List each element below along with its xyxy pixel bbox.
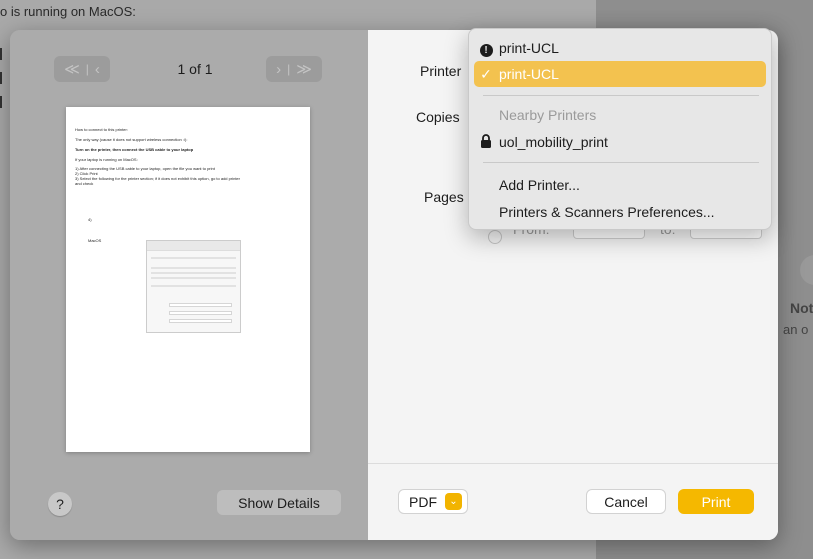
- menu-separator: [483, 162, 759, 163]
- pdf-menu-button[interactable]: PDF ⌄: [398, 489, 468, 514]
- warning-icon: !: [478, 40, 494, 57]
- nearby-printers-header: Nearby Printers: [499, 107, 597, 123]
- first-page-icon[interactable]: ≪: [64, 60, 80, 78]
- chevron-down-icon[interactable]: ⌄: [445, 493, 462, 510]
- menu-item-print-ucl-selected[interactable]: ✓ print-UCL: [474, 61, 766, 87]
- preview-screenshot-field: [169, 303, 232, 307]
- menu-separator: [483, 95, 759, 96]
- menu-item-uol-mobility-print[interactable]: uol_mobility_print: [474, 129, 766, 155]
- printer-dropdown-menu: ! print-UCL ✓ print-UCL Nearby Printers …: [468, 28, 772, 230]
- copies-label: Copies: [416, 109, 460, 125]
- preview-os-label: MacOS: [88, 238, 102, 243]
- menu-item-label: print-UCL: [499, 66, 559, 82]
- background-text: o is running on MacOS:: [0, 4, 136, 19]
- preview-screenshot-line: [151, 257, 236, 259]
- page-preview: How to connect to this printer: The only…: [66, 107, 310, 452]
- preview-screenshot-line: [151, 285, 236, 287]
- background-text-fragment: [0, 48, 2, 60]
- preview-text-line: The only way (cause it does not support …: [75, 137, 188, 142]
- menu-item-print-ucl-warning[interactable]: ! print-UCL: [474, 35, 766, 61]
- preview-screenshot-line: [151, 272, 236, 274]
- preview-text-line: Turn on the printer, then connect the US…: [75, 147, 194, 152]
- menu-item-label: print-UCL: [499, 40, 559, 56]
- menu-item-label: uol_mobility_print: [499, 134, 608, 150]
- background-side-title: Not: [790, 300, 813, 316]
- preview-step-label: 4): [88, 217, 92, 222]
- preview-text-line: How to connect to this printer:: [75, 127, 128, 132]
- page-count: 1 of 1: [177, 61, 213, 77]
- last-page-icon[interactable]: ≫: [296, 60, 312, 78]
- checkmark-icon: ✓: [480, 65, 492, 82]
- help-button[interactable]: ?: [48, 492, 72, 516]
- lock-icon: [478, 133, 494, 151]
- page-range-radio[interactable]: [488, 230, 502, 244]
- preview-screenshot-toolbar: [147, 241, 240, 251]
- preview-screenshot: [146, 240, 241, 333]
- preview-text-line: 3) Select the following for the printer …: [75, 176, 240, 181]
- print-button[interactable]: Print: [678, 489, 754, 514]
- preview-pane: ≪ | ‹ 1 of 1 › | ≫ How to connect to thi…: [10, 30, 368, 540]
- pages-label: Pages: [424, 189, 464, 205]
- menu-item-printers-scanners-preferences[interactable]: Printers & Scanners Preferences...: [474, 199, 766, 225]
- printer-label: Printer: [420, 63, 462, 79]
- show-details-button[interactable]: Show Details: [217, 490, 341, 515]
- menu-item-label: Add Printer...: [499, 177, 580, 193]
- preview-screenshot-line: [151, 277, 236, 279]
- preview-text-line: and check: [75, 181, 94, 186]
- preview-screenshot-line: [151, 267, 236, 269]
- menu-item-add-printer[interactable]: Add Printer...: [474, 172, 766, 198]
- next-page-buttons[interactable]: › | ≫: [266, 56, 322, 82]
- divider: |: [85, 62, 89, 76]
- cancel-button[interactable]: Cancel: [586, 489, 666, 514]
- dialog-footer: PDF ⌄ Cancel Print: [368, 463, 778, 540]
- preview-screenshot-field: [169, 311, 232, 315]
- preview-text-line: If your laptop is running on MacOS:: [75, 157, 138, 162]
- background-side-text: an o: [783, 322, 809, 337]
- next-page-icon[interactable]: ›: [276, 61, 281, 78]
- previous-page-icon[interactable]: ‹: [95, 61, 100, 78]
- background-text-fragment: [0, 72, 2, 84]
- menu-item-label: Printers & Scanners Preferences...: [499, 204, 715, 220]
- divider: |: [287, 62, 291, 76]
- pdf-label: PDF: [409, 493, 437, 510]
- preview-screenshot-field: [169, 319, 232, 323]
- prev-page-buttons[interactable]: ≪ | ‹: [54, 56, 110, 82]
- background-text-fragment: [0, 96, 2, 108]
